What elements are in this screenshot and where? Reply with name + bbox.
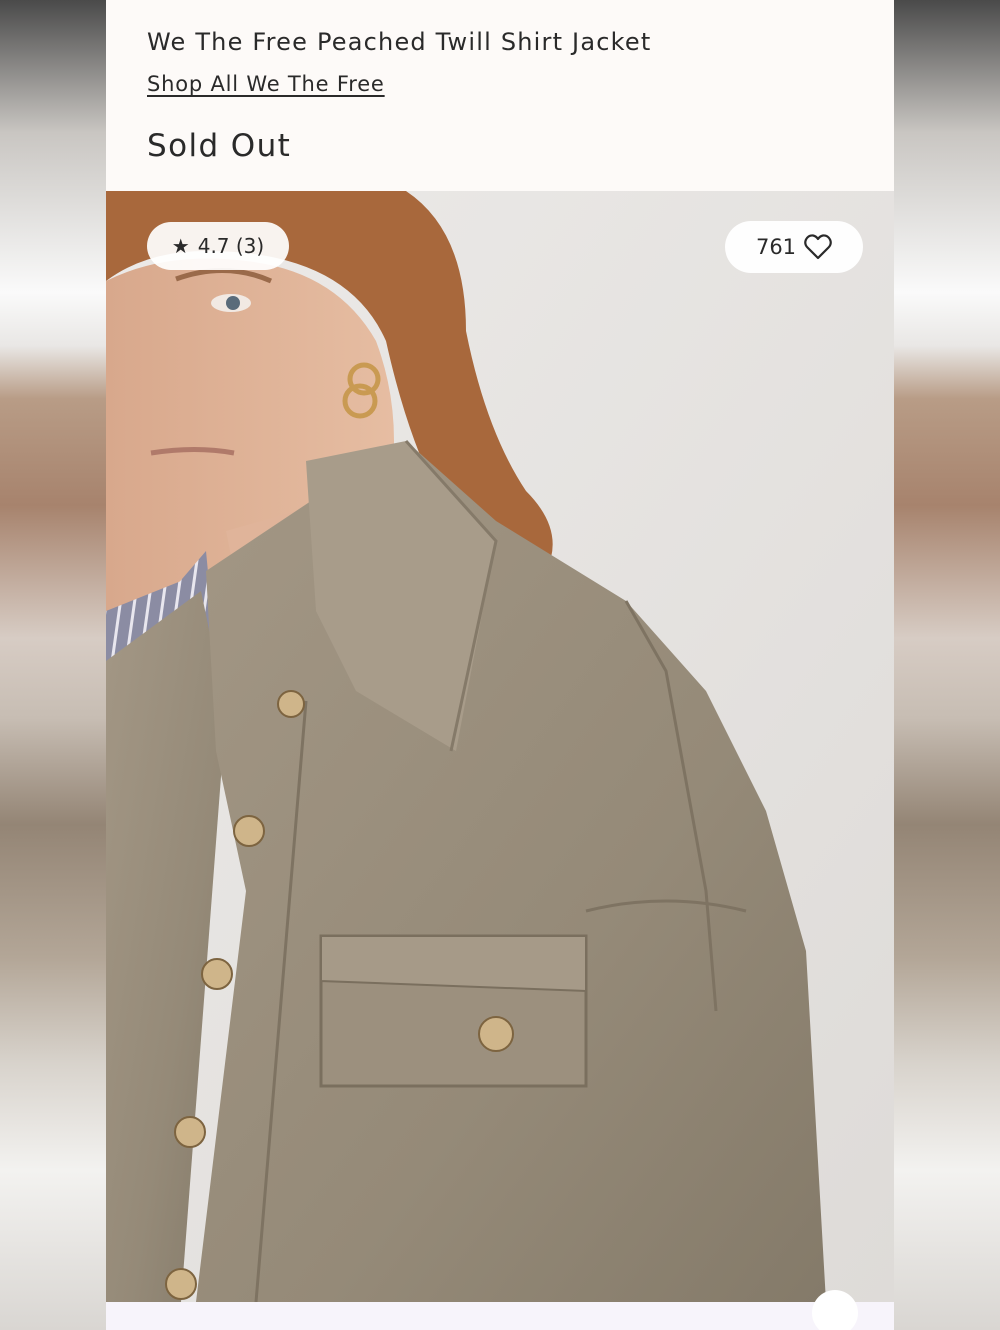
product-photo — [106, 191, 894, 1302]
shop-brand-link[interactable]: Shop All We The Free — [147, 72, 385, 96]
carousel-control[interactable] — [812, 1290, 858, 1330]
rating-badge[interactable]: ★ 4.7 (3) — [147, 222, 289, 270]
heart-outline-icon — [804, 234, 832, 260]
product-card: We The Free Peached Twill Shirt Jacket S… — [106, 0, 894, 1330]
product-header: We The Free Peached Twill Shirt Jacket S… — [106, 0, 894, 191]
likes-count: 761 — [755, 235, 797, 259]
product-image[interactable]: ★ 4.7 (3) 761 — [106, 191, 894, 1302]
star-icon: ★ — [171, 234, 190, 258]
rating-text: 4.7 (3) — [197, 234, 265, 258]
favorite-button[interactable]: 761 — [725, 221, 863, 273]
product-title: We The Free Peached Twill Shirt Jacket — [147, 28, 652, 56]
bottom-strip — [106, 1302, 894, 1330]
availability-status: Sold Out — [147, 128, 292, 164]
